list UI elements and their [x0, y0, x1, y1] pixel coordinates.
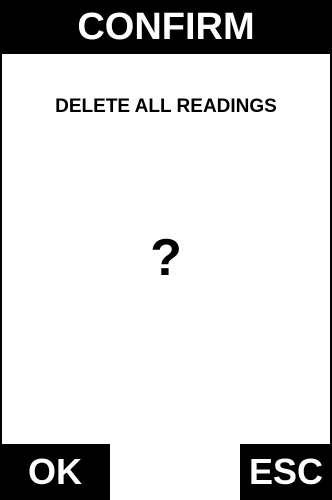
- dialog-title: CONFIRM: [0, 0, 332, 54]
- esc-button[interactable]: ESC: [240, 444, 332, 500]
- ok-button[interactable]: OK: [0, 444, 110, 500]
- ok-button-label: OK: [28, 451, 82, 492]
- confirm-screen: CONFIRM DELETE ALL READINGS ? OK ESC: [0, 0, 332, 500]
- question-mark-icon: ?: [150, 229, 182, 287]
- confirmation-message: DELETE ALL READINGS: [55, 96, 277, 117]
- esc-button-label: ESC: [248, 451, 324, 492]
